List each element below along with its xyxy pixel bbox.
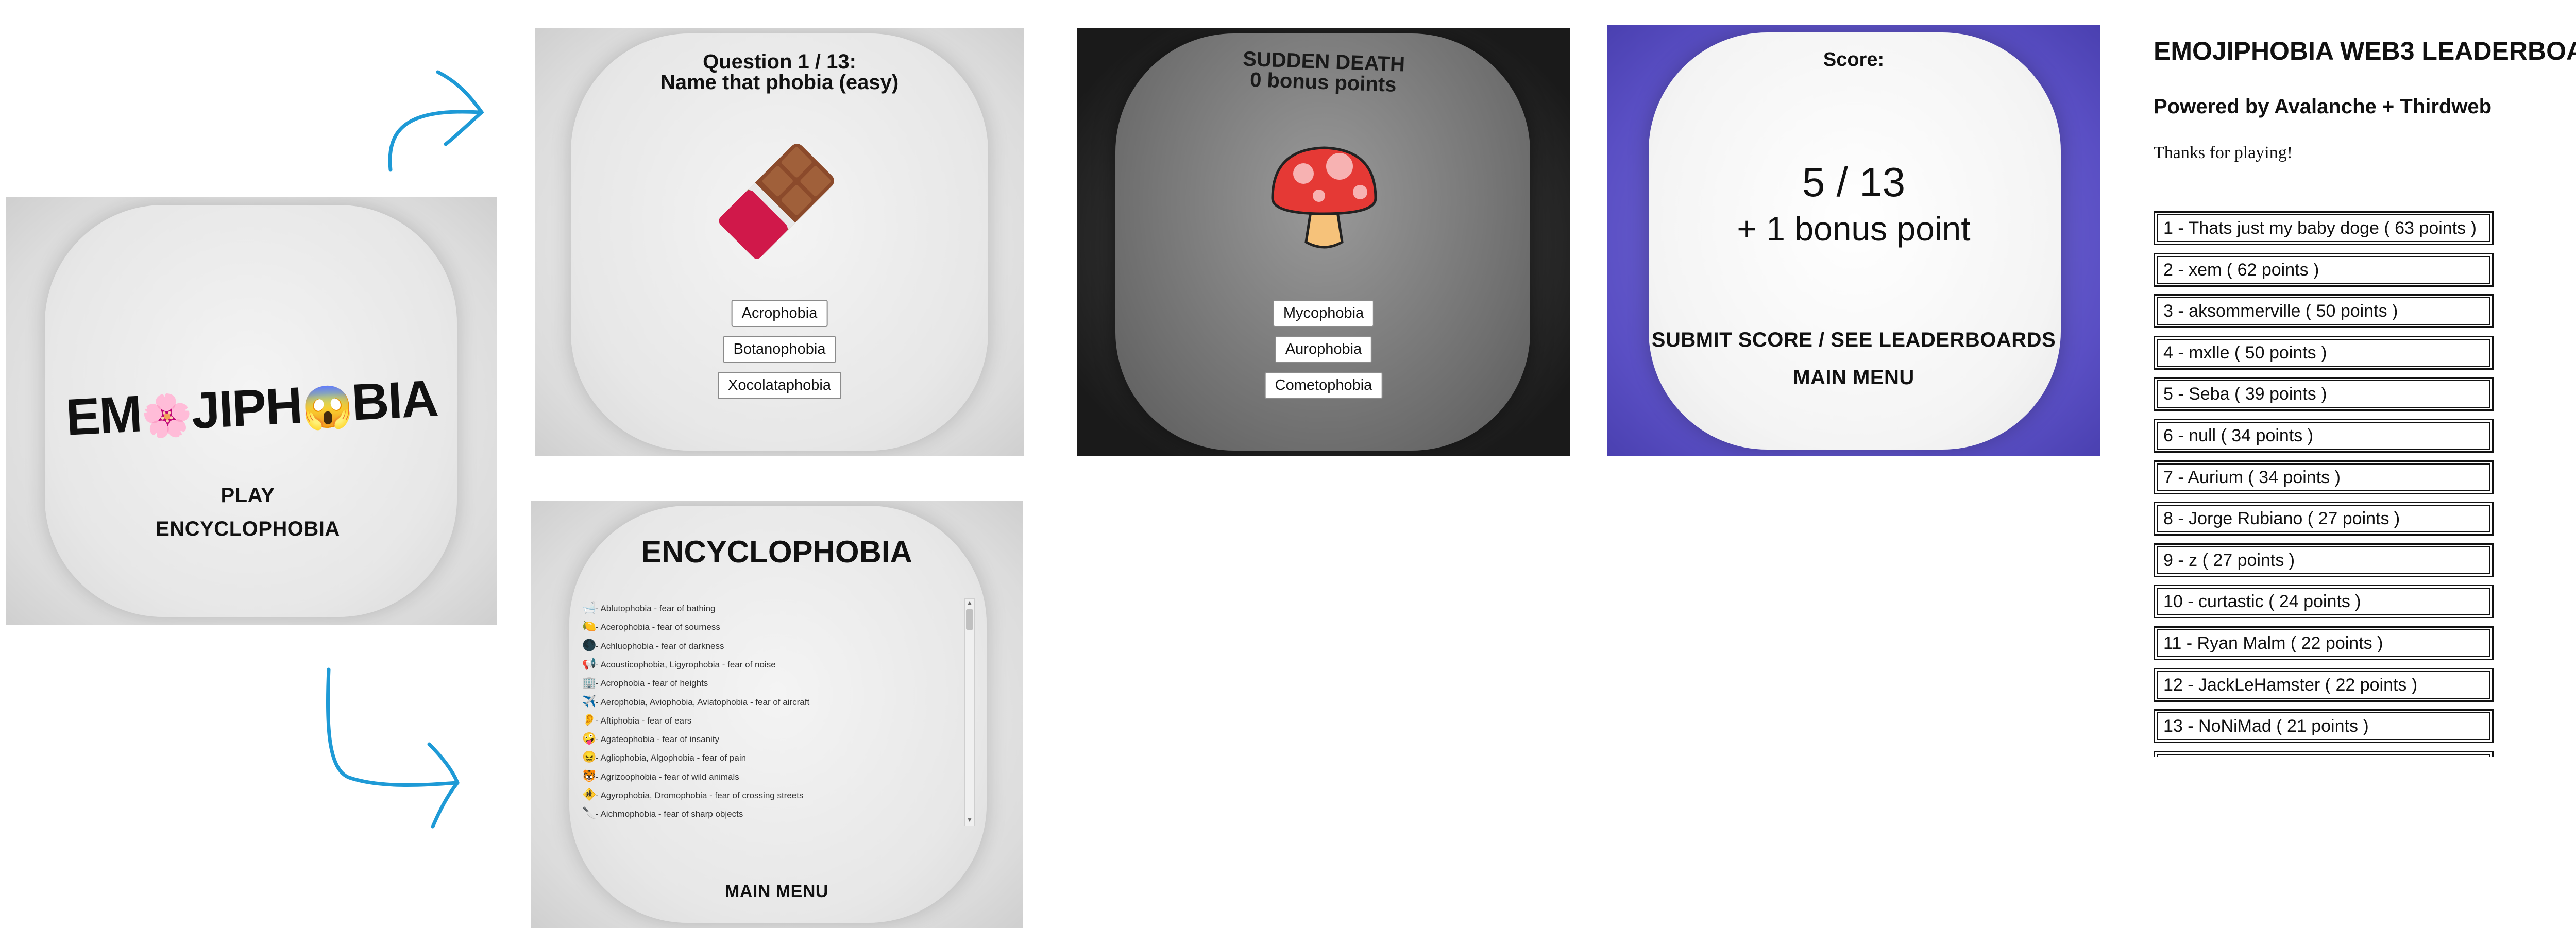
scrollbar-thumb[interactable] xyxy=(966,609,973,630)
phobia-list[interactable]: 🛁- Ablutophobia - fear of bathing 🍋- Acer… xyxy=(582,601,989,822)
phobia-entry-icon: 📢 xyxy=(582,657,597,670)
phobia-entry: 🐯- Agrizoophobia - fear of wild animals xyxy=(582,769,739,783)
submit-score-button[interactable]: SUBMIT SCORE / SEE LEADERBOARDS xyxy=(1607,329,2100,352)
title-part-jiph: JIPH xyxy=(190,376,303,440)
leaderboard-row: 3 - aksommerville ( 50 points ) xyxy=(2154,294,2494,329)
option-button-3[interactable]: Xocolataphobia xyxy=(718,372,841,399)
leaderboard-page: EMOJIPHOBIA WEB3 LEADERBOARDS Powered by… xyxy=(2154,31,2576,762)
option-button-1[interactable]: Acrophobia xyxy=(731,300,828,327)
question-screen: Question 1 / 13: Name that phobia (easy)… xyxy=(535,28,1024,456)
phobia-entry-icon: 🏢 xyxy=(582,676,597,689)
sudden-death-screen: SUDDEN DEATH 0 bonus points Mycophobia A… xyxy=(1077,28,1570,456)
arrow-to-encyclophobia-icon xyxy=(318,667,468,832)
leaderboard-row: 12 - JackLeHamster ( 22 points ) xyxy=(2154,667,2494,702)
phobia-entry-text: - Aftiphobia - fear of ears xyxy=(596,715,692,726)
phobia-entry-text: - Acerophobia - fear of sourness xyxy=(596,622,720,632)
leaderboard-subtitle: Powered by Avalanche + Thirdweb xyxy=(2154,95,2492,118)
leaderboard-row-partial xyxy=(2154,750,2494,757)
leaderboard-row: 5 - Seba ( 39 points ) xyxy=(2154,377,2494,411)
sd-option-button-2[interactable]: Aurophobia xyxy=(1275,336,1372,363)
scroll-down-arrow-icon[interactable]: ▼ xyxy=(965,816,974,826)
phobia-entry-icon: 👂 xyxy=(582,713,597,726)
encyclophobia-main-menu-button[interactable]: MAIN MENU xyxy=(531,882,1023,902)
score-label: Score: xyxy=(1823,49,1885,71)
phobia-entry: 📢- Acousticophobia, Ligyrophobia - fear … xyxy=(582,657,776,671)
leaderboard-row: 6 - null ( 34 points ) xyxy=(2154,419,2494,453)
leaderboard-row: 9 - z ( 27 points ) xyxy=(2154,543,2494,577)
phobia-entry-text: - Agliophobia, Algophobia - fear of pain xyxy=(596,753,747,763)
phobia-entry-icon: ✈️ xyxy=(582,694,597,708)
phobia-entry: 🚸- Agyrophobia, Dromophobia - fear of cr… xyxy=(582,788,803,801)
title-part-em: EM xyxy=(64,385,143,446)
phobia-entry-text: - Acousticophobia, Ligyrophobia - fear o… xyxy=(596,659,776,669)
leaderboard-row: 2 - xem ( 62 points ) xyxy=(2154,252,2494,287)
phobia-entry-text: - Agateophobia - fear of insanity xyxy=(596,734,720,745)
mushroom-icon xyxy=(1262,136,1386,260)
play-button[interactable]: PLAY xyxy=(6,484,497,507)
phobia-entry-text: - Aichmophobia - fear of sharp objects xyxy=(596,809,743,819)
phobia-list-scrollbar[interactable]: ▲ ▼ xyxy=(964,598,975,826)
phobia-entry: 😖- Agliophobia, Algophobia - fear of pai… xyxy=(582,750,746,764)
option-button-2[interactable]: Botanophobia xyxy=(723,336,836,363)
phobia-entry-icon: 🔪 xyxy=(582,806,597,820)
phobia-entry-icon: 🍋 xyxy=(582,620,597,633)
phobia-entry-text: - Agrizoophobia - fear of wild animals xyxy=(596,771,739,782)
main-menu-button[interactable]: MAIN MENU xyxy=(1607,366,2100,389)
chocolate-icon xyxy=(710,134,844,268)
leaderboard-row: 10 - curtastic ( 24 points ) xyxy=(2154,585,2494,619)
encyclophobia-title: ENCYCLOPHOBIA xyxy=(641,535,912,569)
phobia-entry: 🍋- Acerophobia - fear of sourness xyxy=(582,620,720,633)
leaderboard-row: 8 - Jorge Rubiano ( 27 points ) xyxy=(2154,502,2494,536)
phobia-entry: 🔪- Aichmophobia - fear of sharp objects xyxy=(582,806,743,820)
leaderboard-row: 7 - Aurium ( 34 points ) xyxy=(2154,460,2494,494)
question-counter: Question 1 / 13: xyxy=(703,50,856,73)
phobia-entry-icon: 😖 xyxy=(582,750,597,764)
encyclophobia-screen: ENCYCLOPHOBIA 🛁- Ablutophobia - fear of … xyxy=(531,501,1023,928)
leaderboard-list[interactable]: 1 - Thats just my baby doge ( 63 points … xyxy=(2154,211,2497,757)
thanks-message: Thanks for playing! xyxy=(2154,143,2293,162)
phobia-entry-text: - Ablutophobia - fear of bathing xyxy=(596,604,716,613)
arrow-to-question-icon xyxy=(381,67,495,175)
phobia-entry-text: - Agyrophobia, Dromophobia - fear of cro… xyxy=(596,790,804,800)
leaderboard-row: 13 - NoNiMad ( 21 points ) xyxy=(2154,709,2494,744)
sd-option-button-3[interactable]: Cometophobia xyxy=(1264,372,1383,399)
score-screen: Score: 5 / 13 + 1 bonus point SUBMIT SCO… xyxy=(1607,25,2100,456)
question-header: Question 1 / 13: Name that phobia (easy) xyxy=(535,51,1024,93)
bonus-value: + 1 bonus point xyxy=(1737,210,1971,248)
phobia-entry: ✈️- Aerophobia, Aviophobia, Aviatophobia… xyxy=(582,695,809,708)
leaderboard-title: EMOJIPHOBIA WEB3 LEADERBOARDS xyxy=(2154,37,2576,65)
leaderboard-row: 1 - Thats just my baby doge ( 63 points … xyxy=(2154,211,2494,245)
phobia-entry-text: - Acrophobia - fear of heights xyxy=(596,678,708,689)
sd-option-button-1[interactable]: Mycophobia xyxy=(1273,300,1375,327)
phobia-entry: 👂- Aftiphobia - fear of ears xyxy=(582,713,691,727)
scream-icon: 😱 xyxy=(300,383,353,432)
phobia-entry-icon: 🌑 xyxy=(582,638,597,651)
phobia-entry-icon: 🤪 xyxy=(582,732,597,745)
scroll-up-arrow-icon[interactable]: ▲ xyxy=(965,599,974,608)
leaderboard-row: 4 - mxlle ( 50 points ) xyxy=(2154,335,2494,370)
score-value: 5 / 13 xyxy=(1802,159,1906,205)
phobia-entry-icon: 🐯 xyxy=(582,769,597,782)
question-prompt: Name that phobia (easy) xyxy=(660,71,899,94)
phobia-entry: 🤪- Agateophobia - fear of insanity xyxy=(582,732,719,745)
main-menu-screen: EM🌸JIPH😱BIA PLAY ENCYCLOPHOBIA xyxy=(6,197,497,625)
phobia-entry-text: - Achluophobia - fear of darkness xyxy=(596,641,724,651)
title-part-bia: BIA xyxy=(350,369,439,432)
phobia-entry-icon: 🛁 xyxy=(582,601,597,614)
phobia-entry-text: - Aerophobia, Aviophobia, Aviatophobia -… xyxy=(596,697,810,707)
leaderboard-row: 11 - Ryan Malm ( 22 points ) xyxy=(2154,626,2494,660)
phobia-entry-icon: 🚸 xyxy=(582,788,597,801)
phobia-entry: 🌑- Achluophobia - fear of darkness xyxy=(582,639,724,652)
encyclophobia-button[interactable]: ENCYCLOPHOBIA xyxy=(6,518,497,541)
phobia-entry: 🏢- Acrophobia - fear of heights xyxy=(582,676,708,689)
flower-icon: 🌸 xyxy=(140,391,193,440)
phobia-entry: 🛁- Ablutophobia - fear of bathing xyxy=(582,601,716,614)
